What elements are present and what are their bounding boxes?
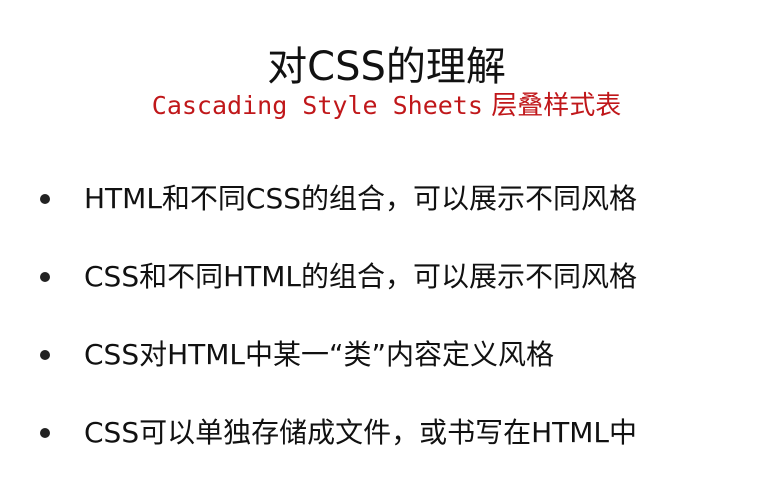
bullet-item: HTML和不同CSS的组合，可以展示不同风格 [40, 170, 760, 248]
bullet-text: HTML和不同CSS的组合，可以展示不同风格 [84, 182, 638, 215]
bullet-list: HTML和不同CSS的组合，可以展示不同风格 CSS和不同HTML的组合，可以展… [40, 170, 760, 482]
subtitle-chinese: 层叠样式表 [491, 91, 622, 121]
bullet-dot-icon [40, 350, 50, 360]
bullet-dot-icon [40, 428, 50, 438]
bullet-text: CSS对HTML中某一“类”内容定义风格 [84, 338, 555, 371]
bullet-item: CSS对HTML中某一“类”内容定义风格 [40, 326, 760, 404]
bullet-dot-icon [40, 272, 50, 282]
bullet-item: CSS可以单独存储成文件，或书写在HTML中 [40, 404, 760, 482]
bullet-item: CSS和不同HTML的组合，可以展示不同风格 [40, 248, 760, 326]
subtitle-english: Cascading Style Sheets [151, 91, 483, 120]
slide: 对CSS的理解 Cascading Style Sheets 层叠样式表 HTM… [0, 0, 773, 453]
bullet-text: CSS可以单独存储成文件，或书写在HTML中 [84, 416, 638, 449]
slide-subtitle: Cascading Style Sheets 层叠样式表 [0, 86, 773, 126]
bullet-dot-icon [40, 194, 50, 204]
bullet-text: CSS和不同HTML的组合，可以展示不同风格 [84, 260, 638, 293]
